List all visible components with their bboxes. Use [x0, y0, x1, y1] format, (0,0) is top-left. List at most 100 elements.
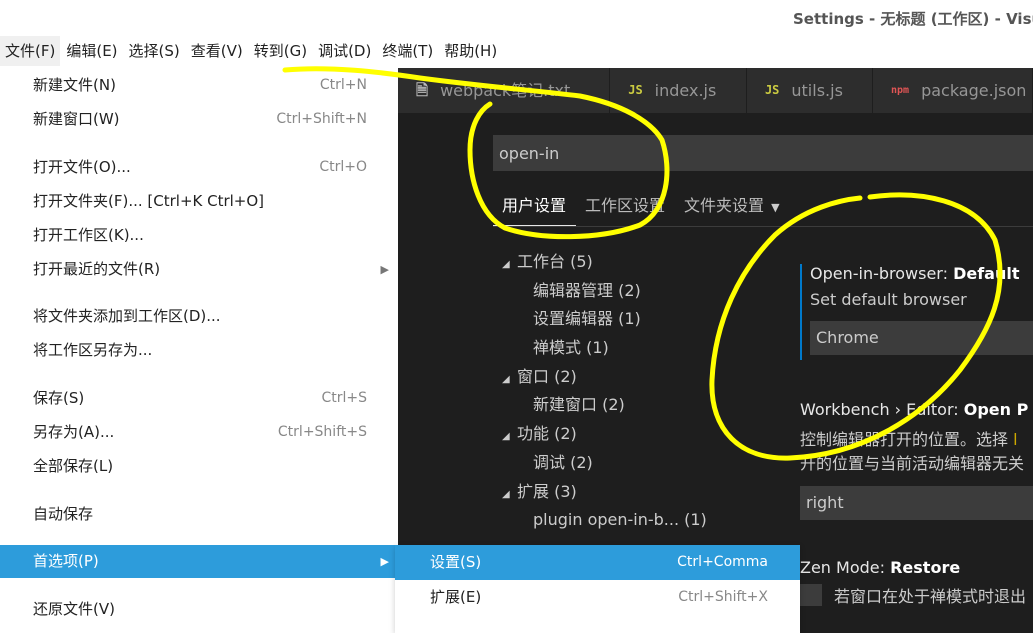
menu-file[interactable]: 文件(F) [0, 36, 61, 66]
menu-item-preferences[interactable]: 首选项(P) ▶ [0, 545, 398, 578]
divider [493, 226, 1033, 227]
menu-debug[interactable]: 调试(D) [313, 36, 376, 66]
tab-workspace-settings[interactable]: 工作区设置 [576, 192, 675, 226]
menu-item-label: 新建文件(N) [33, 76, 116, 94]
toc-label: 工作台 (5) [517, 252, 593, 271]
menu-item-label: 将文件夹添加到工作区(D)... [33, 307, 221, 325]
menu-item-shortcut: Ctrl+N [319, 77, 367, 93]
menu-item-open-folder[interactable]: 打开文件夹(F)... [Ctrl+K Ctrl+O] [0, 185, 398, 218]
setting-description: 若窗口在处于禅模式时退出 [834, 587, 1027, 606]
setting-title: Workbench › Editor: Open P [800, 400, 1033, 419]
toc-item-settings-editor[interactable]: 设置编辑器 (1) [502, 305, 732, 334]
chevron-down-icon: ▼ [771, 201, 780, 214]
setting-category: Open-in-browser: [810, 264, 954, 283]
setting-category: Workbench › Editor: [800, 400, 964, 419]
preferences-submenu: 设置(S) Ctrl+Comma 扩展(E) Ctrl+Shift+X [395, 545, 800, 633]
setting-name: Restore [890, 558, 961, 577]
submenu-item-settings[interactable]: 设置(S) Ctrl+Comma [395, 545, 800, 580]
tab-folder-settings[interactable]: 文件夹设置 ▼ [675, 192, 790, 226]
menu-item-label: 将工作区另存为... [33, 341, 153, 359]
menu-item-label: 新建窗口(W) [33, 110, 120, 128]
toc-item-window[interactable]: ◢ 窗口 (2) [502, 363, 732, 392]
menu-bar: 文件(F) 编辑(E) 选择(S) 查看(V) 转到(G) 调试(D) 终端(T… [0, 36, 1033, 68]
menu-item-shortcut: Ctrl+S [321, 390, 367, 406]
menu-item-open-workspace[interactable]: 打开工作区(K)... [0, 219, 398, 252]
menu-view[interactable]: 查看(V) [186, 36, 248, 66]
submenu-item-extensions[interactable]: 扩展(E) Ctrl+Shift+X [395, 580, 800, 615]
toc-item-extensions[interactable]: ◢ 扩展 (3) [502, 478, 732, 507]
menu-item-label: 自动保存 [33, 505, 94, 523]
tab-label: webpack笔记.txt [440, 81, 571, 100]
tab-webpack-notes[interactable]: 🗎 webpack笔记.txt [398, 68, 611, 113]
menu-item-save-all[interactable]: 全部保存(L) [0, 450, 398, 483]
menu-item-new-window[interactable]: 新建窗口(W) Ctrl+Shift+N [0, 103, 398, 136]
menu-item-add-folder-to-workspace[interactable]: 将文件夹添加到工作区(D)... [0, 300, 398, 333]
tab-user-settings[interactable]: 用户设置 [493, 192, 577, 226]
toc-item-plugin-open-in-browser[interactable]: plugin open-in-b... (1) [502, 506, 732, 535]
setting-description-text: 控制编辑器打开的位置。选择 [800, 430, 1014, 449]
toc-item-new-window[interactable]: 新建窗口 (2) [502, 391, 732, 420]
expand-arrow-icon: ◢ [502, 373, 510, 385]
toc-item-features[interactable]: ◢ 功能 (2) [502, 420, 732, 449]
menu-item-shortcut: Ctrl+Comma [677, 554, 768, 570]
menu-item-save-as[interactable]: 另存为(A)... Ctrl+Shift+S [0, 416, 398, 449]
tab-label: package.json [921, 81, 1027, 100]
menu-item-revert-file[interactable]: 还原文件(V) [0, 593, 398, 626]
tab-label: index.js [654, 81, 717, 100]
tab-label: utils.js [791, 81, 843, 100]
setting-description-line2: 开的位置与当前活动编辑器无关 [800, 454, 1025, 473]
window-title: Settings - 无标题 (工作区) - Visual S [793, 10, 1033, 28]
zen-mode-restore-checkbox[interactable] [800, 584, 822, 606]
setting-category: Zen Mode: [800, 558, 891, 577]
menu-item-label: 打开文件夹(F)... [Ctrl+K Ctrl+O] [33, 192, 265, 210]
menu-item-save-workspace-as[interactable]: 将工作区另存为... [0, 334, 398, 367]
expand-arrow-icon: ◢ [502, 431, 510, 443]
settings-toc: ◢ 工作台 (5) 编辑器管理 (2) 设置编辑器 (1) 禅模式 (1) ◢ 窗口… [502, 248, 732, 535]
tab-index-js[interactable]: JS index.js [610, 68, 747, 113]
menu-item-label: 还原文件(V) [33, 600, 115, 618]
npm-icon: npm [891, 85, 910, 96]
settings-scope-tabs: 用户设置 工作区设置 文件夹设置 ▼ [493, 192, 790, 228]
menu-selection[interactable]: 选择(S) [124, 36, 185, 66]
setting-title: Open-in-browser: Default [810, 264, 1033, 283]
menu-item-label: 打开工作区(K)... [33, 226, 144, 244]
menu-item-label: 保存(S) [33, 389, 85, 407]
tab-utils-js[interactable]: JS utils.js [746, 68, 873, 113]
toc-item-workbench[interactable]: ◢ 工作台 (5) [502, 248, 732, 277]
menu-item-label: 打开最近的文件(R) [33, 260, 161, 278]
toc-item-zen-mode[interactable]: 禅模式 (1) [502, 334, 732, 363]
settings-search-input[interactable] [493, 135, 1033, 171]
setting-open-in-browser-default: Open-in-browser: Default Set default bro… [800, 264, 1033, 360]
toc-item-editor-management[interactable]: 编辑器管理 (2) [502, 277, 732, 306]
setting-zen-mode-restore: Zen Mode: Restore 若窗口在处于禅模式时退出 [800, 558, 1033, 607]
menu-item-label: 设置(S) [430, 553, 482, 571]
expand-arrow-icon: ◢ [502, 488, 510, 500]
menu-go[interactable]: 转到(G) [249, 36, 312, 66]
tab-package-json[interactable]: npm package.json [873, 68, 1033, 113]
default-browser-select[interactable]: Chrome [810, 321, 1033, 355]
menu-item-auto-save[interactable]: 自动保存 [0, 498, 398, 531]
menu-item-new-file[interactable]: 新建文件(N) Ctrl+N [0, 69, 398, 102]
menu-help[interactable]: 帮助(H) [439, 36, 502, 66]
setting-workbench-editor-open-position: Workbench › Editor: Open P 控制编辑器打开的位置。选择… [800, 400, 1033, 520]
menu-item-shortcut: Ctrl+Shift+X [678, 589, 768, 605]
menu-terminal[interactable]: 终端(T) [377, 36, 438, 66]
setting-row: 若窗口在处于禅模式时退出 [800, 583, 1033, 607]
toc-item-debug[interactable]: 调试 (2) [502, 449, 732, 478]
menu-item-label: 全部保存(L) [33, 457, 114, 475]
menu-item-shortcut: Ctrl+Shift+S [277, 424, 367, 440]
js-icon: JS [764, 83, 780, 97]
submenu-arrow-icon: ▶ [380, 263, 389, 276]
menu-edit[interactable]: 编辑(E) [61, 36, 122, 66]
submenu-arrow-icon: ▶ [380, 555, 389, 568]
menu-item-open-file[interactable]: 打开文件(O)... Ctrl+O [0, 151, 398, 184]
menu-item-open-recent[interactable]: 打开最近的文件(R) ▶ [0, 253, 398, 286]
open-position-select[interactable]: right [800, 486, 1033, 520]
tab-folder-settings-label: 文件夹设置 [684, 196, 765, 215]
menu-item-shortcut: Ctrl+Shift+N [276, 111, 367, 127]
title-bar: Settings - 无标题 (工作区) - Visual S [0, 0, 1033, 36]
editor-tabs: 🗎 webpack笔记.txt JS index.js JS utils.js … [398, 68, 1033, 113]
menu-item-save[interactable]: 保存(S) Ctrl+S [0, 382, 398, 415]
menu-item-shortcut: Ctrl+O [319, 159, 367, 175]
expand-arrow-icon: ◢ [502, 259, 510, 270]
